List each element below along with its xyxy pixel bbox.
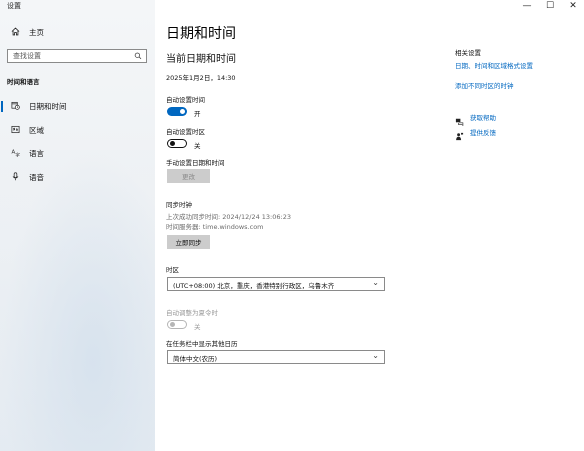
timezone-label: 时区 bbox=[166, 266, 179, 274]
auto-time-label: 自动设置时间 bbox=[166, 96, 205, 104]
globe-icon bbox=[8, 125, 22, 136]
current-datetime-heading: 当前日期和时间 bbox=[166, 54, 236, 65]
sidebar bbox=[0, 0, 155, 451]
change-datetime-button[interactable]: 更改 bbox=[167, 169, 210, 183]
toggle-knob bbox=[170, 322, 175, 327]
feedback-person-icon bbox=[455, 126, 464, 145]
microphone-icon bbox=[8, 171, 22, 183]
minimize-button[interactable]: — bbox=[517, 0, 537, 12]
add-clocks-link[interactable]: 添加不同时区的时钟 bbox=[455, 80, 514, 90]
sidebar-item-label: 主页 bbox=[29, 27, 44, 37]
sidebar-acrylic-background bbox=[0, 150, 155, 451]
auto-time-state: 开 bbox=[194, 110, 201, 118]
related-settings-heading: 相关设置 bbox=[455, 49, 481, 57]
dst-label: 自动调整为夏令时 bbox=[166, 309, 218, 317]
current-datetime-value: 2025年1月2日，14:30 bbox=[166, 74, 236, 82]
sidebar-item-label: 日期和时间 bbox=[29, 101, 67, 111]
additional-calendar-label: 在任务栏中显示其他日历 bbox=[166, 340, 238, 348]
language-icon: A字 bbox=[8, 148, 22, 159]
auto-timezone-label: 自动设置时区 bbox=[166, 128, 205, 136]
date-time-format-link[interactable]: 日期、时间和区域格式设置 bbox=[455, 60, 533, 70]
search-placeholder: 查找设置 bbox=[13, 52, 41, 60]
window-title: 设置 bbox=[7, 2, 21, 10]
get-help-link[interactable]: 获取帮助 bbox=[470, 112, 496, 122]
auto-time-toggle[interactable] bbox=[167, 107, 187, 116]
time-server-text: 时间服务器: time.windows.com bbox=[166, 223, 264, 231]
sidebar-item-speech[interactable]: 语音 bbox=[0, 167, 155, 187]
chevron-down-icon: ⌄ bbox=[372, 278, 379, 287]
sidebar-item-region[interactable]: 区域 bbox=[0, 120, 155, 140]
calendar-value: 简体中文(农历) bbox=[173, 355, 218, 363]
last-sync-text: 上次成功同步时间: 2024/12/24 13:06:23 bbox=[166, 213, 291, 221]
auto-timezone-state: 关 bbox=[194, 142, 201, 150]
search-icon[interactable] bbox=[134, 50, 142, 64]
give-feedback-link[interactable]: 提供反馈 bbox=[470, 127, 496, 137]
auto-timezone-toggle[interactable] bbox=[167, 139, 187, 148]
additional-calendar-select[interactable]: 简体中文(农历) ⌄ bbox=[167, 350, 385, 364]
sidebar-item-label: 语音 bbox=[29, 172, 44, 182]
close-button[interactable]: ✕ bbox=[563, 0, 583, 12]
timezone-value: (UTC+08:00) 北京，重庆，香港特别行政区，乌鲁木齐 bbox=[173, 282, 335, 290]
sync-now-button[interactable]: 立即同步 bbox=[167, 235, 210, 249]
sidebar-item-language[interactable]: A字 语言 bbox=[0, 143, 155, 163]
sidebar-group-label: 时间和语言 bbox=[7, 78, 40, 86]
svg-text:字: 字 bbox=[15, 151, 20, 157]
search-input[interactable]: 查找设置 bbox=[7, 49, 147, 63]
sidebar-item-date-time[interactable]: 日期和时间 bbox=[0, 96, 155, 116]
calendar-clock-icon bbox=[8, 101, 22, 112]
home-icon bbox=[8, 27, 22, 38]
toggle-knob bbox=[180, 109, 185, 114]
manual-datetime-label: 手动设置日期和时间 bbox=[166, 159, 225, 167]
page-title: 日期和时间 bbox=[166, 26, 236, 42]
sidebar-item-home[interactable]: 主页 bbox=[0, 22, 155, 42]
timezone-select[interactable]: (UTC+08:00) 北京，重庆，香港特别行政区，乌鲁木齐 ⌄ bbox=[167, 277, 385, 291]
sync-clock-heading: 同步时钟 bbox=[166, 201, 192, 209]
dst-toggle[interactable] bbox=[167, 320, 187, 329]
maximize-button[interactable]: ☐ bbox=[540, 0, 560, 12]
sidebar-item-label: 语言 bbox=[29, 148, 44, 158]
sidebar-item-label: 区域 bbox=[29, 125, 44, 135]
dst-state: 关 bbox=[194, 323, 201, 331]
chevron-down-icon: ⌄ bbox=[372, 351, 379, 360]
toggle-knob bbox=[170, 141, 175, 146]
